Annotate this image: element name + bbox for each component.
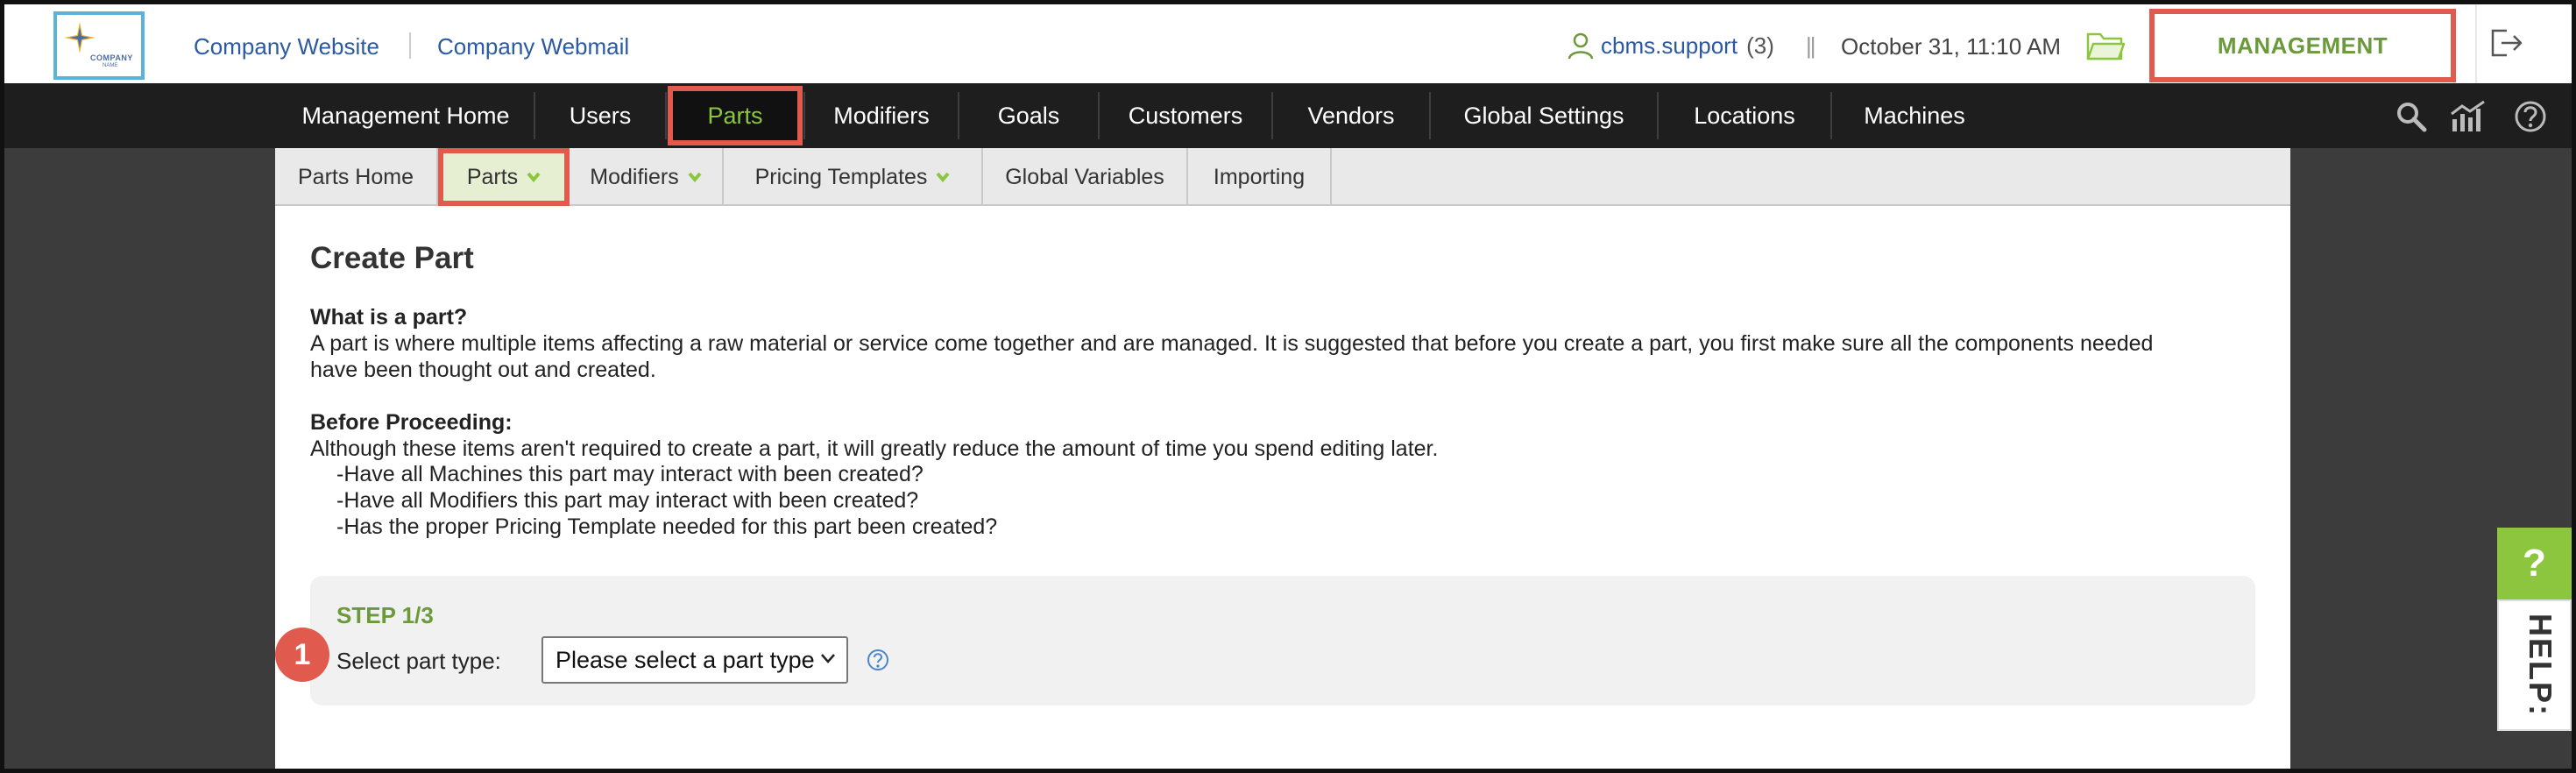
- subnav-parts[interactable]: Parts: [438, 148, 570, 206]
- nav-goals[interactable]: Goals: [959, 83, 1098, 148]
- top-divider-right: [2475, 4, 2477, 83]
- nav-customers[interactable]: Customers: [1100, 83, 1271, 148]
- what-is-part-text-2: have been thought out and created.: [310, 358, 656, 382]
- user-account[interactable]: cbms.support (3): [1568, 31, 1774, 60]
- nav-parts[interactable]: Parts: [668, 86, 803, 145]
- step-box: STEP 1/3 Select part type: Please select…: [310, 576, 2255, 706]
- nav-divider: [665, 92, 667, 139]
- logo-star-icon: [64, 22, 96, 53]
- what-is-part-text-1: A part is where multiple items affecting…: [310, 331, 2154, 356]
- company-website-link[interactable]: Company Website: [194, 33, 379, 60]
- nav-vendors[interactable]: Vendors: [1273, 83, 1429, 148]
- subnav-pricing-templates-label: Pricing Templates: [754, 164, 928, 189]
- subnav-importing[interactable]: Importing: [1188, 148, 1332, 206]
- part-type-select[interactable]: Please select a part type: [541, 636, 848, 684]
- logo-text-company: COMPANY: [90, 53, 133, 62]
- before-proceeding-text: Although these items aren't required to …: [310, 436, 1439, 461]
- user-name: cbms.support: [1601, 32, 1738, 59]
- checklist-item: -Have all Machines this part may interac…: [336, 462, 924, 486]
- nav-machines[interactable]: Machines: [1832, 83, 1997, 148]
- management-button[interactable]: MANAGEMENT: [2149, 9, 2456, 82]
- subnav-pricing-templates[interactable]: Pricing Templates: [724, 148, 983, 206]
- nav-users[interactable]: Users: [535, 83, 665, 148]
- sub-nav: Parts Home Parts Modifiers Pricing Templ…: [275, 148, 2290, 206]
- checklist-item: -Has the proper Pricing Template needed …: [336, 514, 998, 539]
- company-webmail-link[interactable]: Company Webmail: [437, 33, 629, 60]
- question-help-icon[interactable]: [866, 648, 890, 677]
- help-question-button[interactable]: ?: [2497, 528, 2572, 599]
- content-panel: Parts Home Parts Modifiers Pricing Templ…: [275, 148, 2290, 773]
- checklist-item: -Have all Modifiers this part may intera…: [336, 488, 919, 513]
- help-tab-label: HELP:: [2523, 613, 2558, 717]
- folder-icon[interactable]: [2086, 29, 2126, 67]
- nav-global-settings[interactable]: Global Settings: [1431, 83, 1657, 148]
- help-circle-icon[interactable]: [2514, 100, 2547, 138]
- current-datetime: October 31, 11:10 AM: [1841, 33, 2061, 60]
- part-type-label: Select part type:: [336, 648, 501, 674]
- logout-icon[interactable]: [2489, 27, 2524, 63]
- search-icon[interactable]: [2395, 100, 2428, 138]
- user-icon: [1568, 32, 1594, 60]
- subnav-global-variables[interactable]: Global Variables: [983, 148, 1188, 206]
- help-tab[interactable]: HELP:: [2497, 599, 2572, 731]
- chevron-down-icon: [688, 172, 702, 182]
- analytics-chart-icon[interactable]: [2449, 100, 2488, 138]
- step-marker-badge: 1: [275, 628, 329, 682]
- subnav-modifiers[interactable]: Modifiers: [570, 148, 724, 206]
- logo-text-name: NAME: [103, 63, 118, 68]
- subnav-parts-home[interactable]: Parts Home: [275, 148, 438, 206]
- part-type-select-value: Please select a part type: [556, 646, 815, 673]
- subnav-parts-label: Parts: [466, 164, 519, 189]
- header-separator: ||: [1806, 32, 1815, 59]
- step-title: STEP 1/3: [336, 602, 434, 628]
- subnav-modifiers-label: Modifiers: [590, 164, 679, 189]
- chevron-down-icon: [821, 654, 835, 663]
- main-nav: Management Home Users Parts Modifiers Go…: [4, 83, 2572, 148]
- before-proceeding-heading: Before Proceeding:: [310, 410, 513, 435]
- nav-locations[interactable]: Locations: [1659, 83, 1830, 148]
- nav-management-home[interactable]: Management Home: [278, 83, 534, 148]
- top-divider: [409, 32, 411, 59]
- page-title: Create Part: [310, 241, 474, 275]
- what-is-part-heading: What is a part?: [310, 305, 468, 330]
- nav-modifiers[interactable]: Modifiers: [805, 83, 958, 148]
- chevron-down-icon: [527, 172, 541, 182]
- user-count-badge: (3): [1746, 32, 1774, 59]
- company-logo[interactable]: COMPANY NAME: [53, 11, 145, 80]
- chevron-down-icon: [936, 172, 950, 182]
- top-bar: COMPANY NAME Company Website Company Web…: [4, 4, 2572, 83]
